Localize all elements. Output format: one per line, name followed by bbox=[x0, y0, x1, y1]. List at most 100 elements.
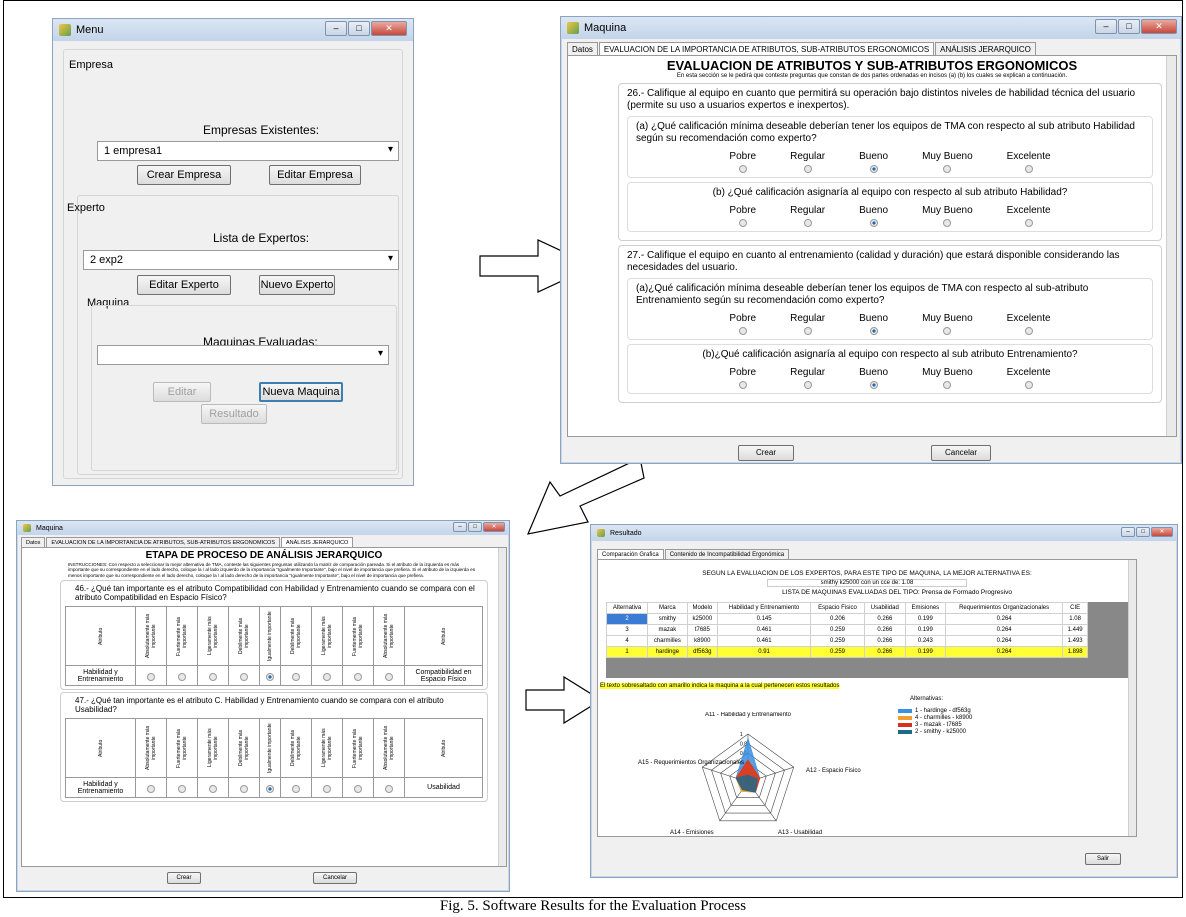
importance-radio[interactable] bbox=[265, 785, 274, 794]
maquina-window: Maquina – □ ✕ Datos EVALUACION DE LA IMPOR… bbox=[560, 16, 1182, 464]
ahp-cancelar-button[interactable]: Cancelar bbox=[313, 872, 357, 884]
radio-bueno[interactable] bbox=[869, 165, 878, 173]
radio-pobre[interactable] bbox=[738, 381, 747, 389]
radio-regular[interactable] bbox=[803, 381, 812, 389]
q27b-muy-bueno[interactable]: Muy Bueno bbox=[922, 367, 973, 389]
crear-empresa-button[interactable]: Crear Empresa bbox=[137, 165, 231, 185]
importance-radio[interactable] bbox=[292, 673, 301, 682]
importance-radio[interactable] bbox=[239, 673, 248, 682]
q27b-pobre[interactable]: Pobre bbox=[729, 367, 756, 389]
radio-bueno[interactable] bbox=[869, 381, 878, 389]
importance-radio[interactable] bbox=[323, 673, 332, 682]
table-row[interactable]: 4 charmilles k8900 0.461 0.259 0.266 0.243 0.26… bbox=[605, 635, 1088, 647]
option-label: Regular bbox=[790, 151, 826, 162]
radio-pobre[interactable] bbox=[738, 165, 747, 173]
radio-excelente[interactable] bbox=[1024, 219, 1033, 227]
tab-analisis[interactable]: ANÁLISIS JERARQUICO bbox=[935, 42, 1036, 56]
q27a-pobre[interactable]: Pobre bbox=[729, 313, 756, 335]
q27a-excelente[interactable]: Excelente bbox=[1007, 313, 1051, 335]
tab-evaluacion[interactable]: EVALUACION DE LA IMPORTANCIA DE ATRIBUTO… bbox=[598, 42, 935, 56]
q26b-pobre[interactable]: Pobre bbox=[729, 205, 756, 227]
ahp-crear-button[interactable]: Crear bbox=[167, 872, 201, 884]
menu-empresas-existentes: Empresas Existentes: bbox=[203, 123, 320, 137]
q26a-bueno[interactable]: Bueno bbox=[859, 151, 888, 173]
table-row[interactable]: 1 hardinge df563g 0.91 0.259 0.266 0.199 0.264 1… bbox=[605, 646, 1088, 658]
editar-empresa-button[interactable]: Editar Empresa bbox=[269, 165, 361, 185]
q27b-regular[interactable]: Regular bbox=[790, 367, 825, 389]
experto-select[interactable]: 2 exp2 bbox=[83, 250, 399, 270]
resultado-scrollbar[interactable] bbox=[1128, 560, 1136, 836]
radio-bueno[interactable] bbox=[869, 219, 878, 227]
importance-radio[interactable] bbox=[384, 785, 393, 794]
resultado-maximize-icon[interactable]: □ bbox=[1136, 527, 1150, 537]
importance-radio[interactable] bbox=[146, 785, 155, 794]
q26a-muy-bueno[interactable]: Muy Bueno bbox=[922, 151, 973, 173]
resultado-minimize-icon[interactable]: – bbox=[1121, 527, 1135, 537]
radio-regular[interactable] bbox=[803, 327, 812, 335]
importance-radio[interactable] bbox=[146, 673, 155, 682]
radio-muy-bueno[interactable] bbox=[943, 219, 952, 227]
tab-datos[interactable]: Datos bbox=[567, 42, 598, 56]
menu-panel-minimize-icon[interactable]: – bbox=[325, 21, 347, 36]
option-label: Bueno bbox=[859, 151, 889, 162]
importance-radio[interactable] bbox=[177, 785, 186, 794]
radio-bueno[interactable] bbox=[869, 327, 878, 335]
radio-muy-bueno[interactable] bbox=[943, 327, 952, 335]
maquina-cancelar-button[interactable]: Cancelar bbox=[931, 445, 991, 461]
ahp-minimize-icon[interactable]: – bbox=[453, 522, 467, 532]
editar-maquina-button[interactable]: Editar bbox=[153, 382, 211, 402]
q26a-excelente[interactable]: Excelente bbox=[1007, 151, 1051, 173]
menu-panel-close-icon[interactable]: ✕ bbox=[371, 21, 407, 36]
importance-radio[interactable] bbox=[354, 673, 363, 682]
q27b-excelente[interactable]: Excelente bbox=[1007, 367, 1051, 389]
q26a-regular[interactable]: Regular bbox=[790, 151, 825, 173]
maquina-crear-button[interactable]: Crear bbox=[738, 445, 794, 461]
radio-regular[interactable] bbox=[803, 165, 812, 173]
radio-excelente[interactable] bbox=[1024, 165, 1033, 173]
q27a-regular[interactable]: Regular bbox=[790, 313, 825, 335]
importance-radio[interactable] bbox=[354, 785, 363, 794]
q26a-pobre[interactable]: Pobre bbox=[729, 151, 756, 173]
importance-radio[interactable] bbox=[323, 785, 332, 794]
table-row[interactable]: 3 mazak t7685 0.461 0.259 0.266 0.199 0.264 1.44… bbox=[605, 624, 1088, 636]
importance-radio[interactable] bbox=[208, 673, 217, 682]
nueva-maquina-button[interactable]: Nueva Maquina bbox=[259, 382, 343, 402]
q27a-muy-bueno[interactable]: Muy Bueno bbox=[922, 313, 973, 335]
q26b-excelente[interactable]: Excelente bbox=[1007, 205, 1051, 227]
maquina-select[interactable] bbox=[97, 345, 389, 365]
resultado-close-icon[interactable]: ✕ bbox=[1151, 527, 1173, 537]
q26b-bueno[interactable]: Bueno bbox=[859, 205, 888, 227]
radio-muy-bueno[interactable] bbox=[943, 165, 952, 173]
maquina-close-icon[interactable]: ✕ bbox=[1141, 19, 1177, 34]
importance-radio[interactable] bbox=[239, 785, 248, 794]
ahp-close-icon[interactable]: ✕ bbox=[483, 522, 505, 532]
importance-radio[interactable] bbox=[265, 673, 274, 682]
menu-empresa-select[interactable]: 1 empresa1 bbox=[97, 141, 399, 161]
menu-panel-maximize-icon[interactable]: □ bbox=[348, 21, 370, 36]
ahp-maximize-icon[interactable]: □ bbox=[468, 522, 482, 532]
importance-radio[interactable] bbox=[384, 673, 393, 682]
q27b-bueno[interactable]: Bueno bbox=[859, 367, 888, 389]
q27a-bueno[interactable]: Bueno bbox=[859, 313, 888, 335]
radio-muy-bueno[interactable] bbox=[943, 381, 952, 389]
importance-radio[interactable] bbox=[208, 785, 217, 794]
radio-pobre[interactable] bbox=[738, 219, 747, 227]
maquina-scrollbar[interactable] bbox=[1166, 56, 1176, 436]
editar-experto-button[interactable]: Editar Experto bbox=[137, 275, 231, 295]
importance-radio[interactable] bbox=[292, 785, 301, 794]
maquina-maximize-icon[interactable]: □ bbox=[1118, 19, 1140, 34]
q26b-muy-bueno[interactable]: Muy Bueno bbox=[922, 205, 973, 227]
col-importance: Debilmente más importante bbox=[280, 606, 313, 667]
nuevo-experto-button[interactable]: Nuevo Experto bbox=[259, 275, 335, 295]
importance-radio[interactable] bbox=[177, 673, 186, 682]
radio-regular[interactable] bbox=[803, 219, 812, 227]
salir-button[interactable]: Salir bbox=[1085, 853, 1121, 865]
radio-excelente[interactable] bbox=[1024, 327, 1033, 335]
resultado-button[interactable]: Resultado bbox=[201, 404, 267, 424]
maquina-minimize-icon[interactable]: – bbox=[1095, 19, 1117, 34]
q26b-regular[interactable]: Regular bbox=[790, 205, 825, 227]
radio-excelente[interactable] bbox=[1024, 381, 1033, 389]
ahp-scrollbar[interactable] bbox=[498, 548, 506, 866]
radio-pobre[interactable] bbox=[738, 327, 747, 335]
table-row[interactable]: 2 smithy k25000 0.145 0.206 0.266 0.199 0.264 1.… bbox=[605, 613, 1088, 625]
